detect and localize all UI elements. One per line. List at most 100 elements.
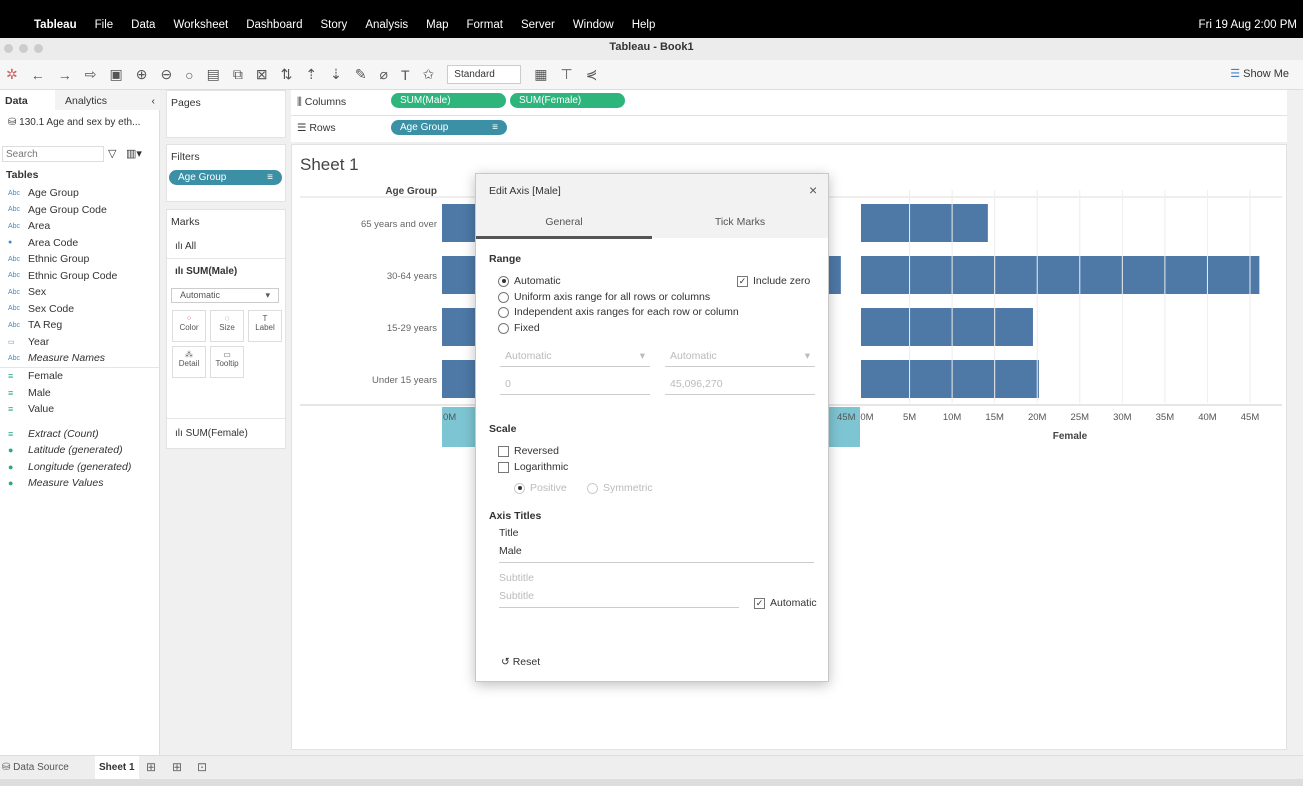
dimension-field[interactable]: Abc Area xyxy=(0,218,159,235)
cards-icon[interactable]: ▦ xyxy=(534,66,547,83)
swap-icon[interactable]: ⇅ xyxy=(281,66,293,83)
pin-icon[interactable]: ✩ xyxy=(423,66,435,83)
sort-asc-icon[interactable]: ⇡ xyxy=(305,66,317,83)
measure-field[interactable]: ≡ Extract (Count) xyxy=(0,426,159,443)
marks-all[interactable]: ılı All xyxy=(175,241,196,252)
marks-sum-female[interactable]: ılı SUM(Female) xyxy=(167,418,285,448)
show-me-button[interactable]: ☰ Show Me xyxy=(1230,67,1289,80)
measure-field[interactable]: ≡ Value xyxy=(0,401,159,418)
new-story-icon[interactable]: ⊡ xyxy=(197,760,207,774)
view-options-icon[interactable]: ▥▾ xyxy=(126,147,142,160)
menu-file[interactable]: File xyxy=(95,19,114,31)
save-icon[interactable]: ▣ xyxy=(109,66,122,83)
collapse-icon[interactable]: ‹ xyxy=(152,95,156,107)
close-icon[interactable]: × xyxy=(809,182,817,198)
new-datasource-icon[interactable]: ⊕ xyxy=(136,66,148,83)
dialog-title: Edit Axis [Male] xyxy=(489,185,561,197)
redo-icon[interactable]: → xyxy=(58,67,72,83)
title-input[interactable]: Male xyxy=(499,543,814,563)
logarithmic-checkbox[interactable]: Logarithmic xyxy=(498,461,568,473)
reset-button[interactable]: ↺ Reset xyxy=(501,656,540,668)
marks-sum-male[interactable]: ılı SUM(Male) xyxy=(167,258,285,284)
sort-desc-icon[interactable]: ⇣ xyxy=(330,66,342,83)
search-input[interactable] xyxy=(2,146,104,162)
menu-server[interactable]: Server xyxy=(521,19,555,31)
radio-fixed[interactable]: Fixed xyxy=(498,322,540,334)
menu-worksheet[interactable]: Worksheet xyxy=(173,19,228,31)
presentation-icon[interactable]: ⊤ xyxy=(561,66,573,83)
dimension-field[interactable]: Abc Sex xyxy=(0,284,159,301)
label-button[interactable]: T Label xyxy=(248,310,282,342)
replay-icon[interactable]: ⇨ xyxy=(85,66,97,83)
detail-button[interactable]: ⁂ Detail xyxy=(172,346,206,378)
menu-window[interactable]: Window xyxy=(573,19,614,31)
female-tick-label: 20M xyxy=(1028,412,1047,423)
mark-type-select[interactable]: Automatic ▾ xyxy=(171,288,279,303)
tableau-logo-icon[interactable]: ✲ xyxy=(6,66,18,83)
tab-tick-marks[interactable]: Tick Marks xyxy=(652,216,828,228)
pause-updates-icon[interactable]: ⊖ xyxy=(160,66,172,83)
dimension-field[interactable]: Abc Sex Code xyxy=(0,301,159,318)
group-icon[interactable]: ⌀ xyxy=(380,66,388,83)
size-button[interactable]: ◌ Size xyxy=(210,310,244,342)
new-dashboard-icon[interactable]: ⊞ xyxy=(172,760,182,774)
field-name: Measure Values xyxy=(28,477,104,490)
dimension-field[interactable]: Abc Measure Names xyxy=(0,350,159,367)
undo-icon[interactable]: ← xyxy=(31,67,45,83)
color-button[interactable]: ⁘ Color xyxy=(172,310,206,342)
tooltip-button[interactable]: ▭ Tooltip xyxy=(210,346,244,378)
menu-format[interactable]: Format xyxy=(467,19,503,31)
menu-help[interactable]: Help xyxy=(632,19,656,31)
dimension-field[interactable]: Abc TA Reg xyxy=(0,317,159,334)
measure-field[interactable]: ● Measure Values xyxy=(0,475,159,492)
sheet-tab-sheet-1[interactable]: Sheet 1 xyxy=(95,756,139,779)
row-pill-age-group[interactable]: Age Group ≡ xyxy=(391,120,507,135)
menu-map[interactable]: Map xyxy=(426,19,448,31)
reversed-checkbox[interactable]: Reversed xyxy=(498,445,559,457)
close-window-button[interactable] xyxy=(4,44,13,53)
clear-sheet-icon[interactable]: ⊠ xyxy=(256,66,268,83)
fit-select[interactable]: Standard xyxy=(447,65,522,84)
data-source-tab[interactable]: ⛁ Data Source xyxy=(2,762,69,773)
radio-uniform[interactable]: Uniform axis range for all rows or colum… xyxy=(498,291,710,303)
duplicate-sheet-icon[interactable]: ⧉ xyxy=(233,66,243,83)
radio-label: Uniform axis range for all rows or colum… xyxy=(514,291,711,303)
labels-icon[interactable]: T xyxy=(401,67,410,83)
tab-data[interactable]: Data xyxy=(0,90,50,110)
menu-bar: Tableau File Data Worksheet Dashboard St… xyxy=(0,0,1303,38)
measure-field[interactable]: ● Longitude (generated) xyxy=(0,459,159,476)
datasource-item[interactable]: ⛁ 130.1 Age and sex by eth... xyxy=(8,117,140,128)
menu-data[interactable]: Data xyxy=(131,19,155,31)
measure-field[interactable]: ≡ Female xyxy=(0,368,159,385)
include-zero-checkbox[interactable]: ✓ Include zero xyxy=(737,275,810,287)
dimension-field[interactable]: ● Area Code xyxy=(0,235,159,252)
menu-dashboard[interactable]: Dashboard xyxy=(246,19,302,31)
measure-field[interactable]: ● Latitude (generated) xyxy=(0,442,159,459)
radio-symmetric: Symmetric xyxy=(587,482,653,494)
subtitle-automatic-checkbox[interactable]: ✓ Automatic xyxy=(754,597,817,609)
dimension-field[interactable]: Abc Age Group xyxy=(0,185,159,202)
dimension-field[interactable]: ▭ Year xyxy=(0,334,159,351)
radio-automatic[interactable]: Automatic xyxy=(498,275,561,287)
highlight-icon[interactable]: ✎ xyxy=(355,66,367,83)
maximize-window-button[interactable] xyxy=(34,44,43,53)
refresh-icon[interactable]: ○ xyxy=(185,67,193,83)
tab-analytics[interactable]: Analytics ‹ xyxy=(55,90,160,110)
dimension-field[interactable]: Abc Ethnic Group xyxy=(0,251,159,268)
filter-icon[interactable]: ▽ xyxy=(108,147,116,160)
column-pill-sum-male[interactable]: SUM(Male) xyxy=(391,93,506,108)
measure-field[interactable]: ≡ Male xyxy=(0,385,159,402)
menu-app[interactable]: Tableau xyxy=(34,19,77,31)
share-icon[interactable]: ⋞ xyxy=(586,66,598,83)
filter-pill-age-group[interactable]: Age Group ≡ xyxy=(169,170,282,185)
column-pill-sum-female[interactable]: SUM(Female) xyxy=(510,93,625,108)
dimension-field[interactable]: Abc Ethnic Group Code xyxy=(0,268,159,285)
dimension-field[interactable]: Abc Age Group Code xyxy=(0,202,159,219)
new-sheet-icon[interactable]: ▤ xyxy=(207,66,220,83)
menu-analysis[interactable]: Analysis xyxy=(365,19,408,31)
radio-independent[interactable]: Independent axis ranges for each row or … xyxy=(498,306,739,318)
menu-story[interactable]: Story xyxy=(320,19,347,31)
new-worksheet-icon[interactable]: ⊞ xyxy=(146,760,156,774)
tab-general[interactable]: General xyxy=(476,216,652,239)
minimize-window-button[interactable] xyxy=(19,44,28,53)
